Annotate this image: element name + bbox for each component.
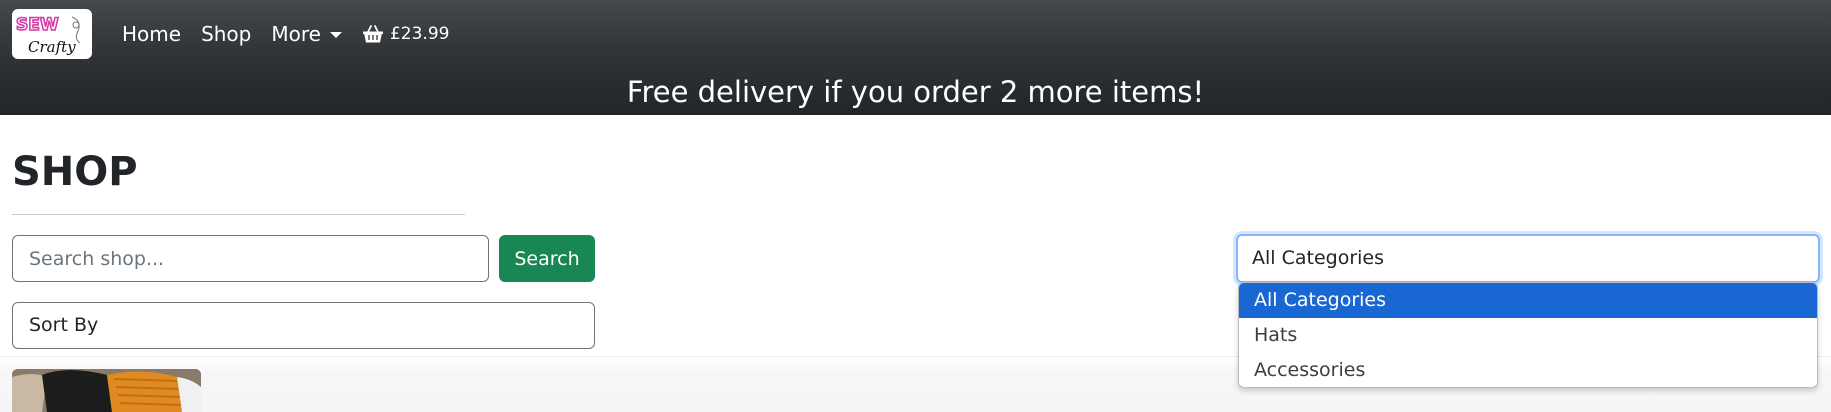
search-input[interactable] (12, 235, 489, 282)
logo-text-sew: SEW (16, 15, 59, 35)
basket-icon (362, 25, 383, 43)
nav-shop-link[interactable]: Shop (201, 22, 251, 46)
cart-total: £23.99 (389, 24, 450, 44)
nav-home-link[interactable]: Home (122, 22, 181, 46)
category-option-all[interactable]: All Categories (1239, 283, 1817, 318)
product-image[interactable] (12, 369, 201, 412)
sort-by-select[interactable]: Sort By (12, 302, 595, 349)
nav-more-label: More (271, 22, 321, 46)
delivery-banner: Free delivery if you order 2 more items! (626, 75, 1205, 109)
nav-more-dropdown[interactable]: More (271, 22, 342, 46)
cart-link[interactable]: £23.99 (362, 24, 449, 44)
category-select[interactable]: All Categories (1236, 234, 1820, 283)
title-divider (12, 214, 465, 215)
category-dropdown: All Categories Hats Accessories (1238, 282, 1818, 388)
main-nav: Home Shop More £23.99 (122, 20, 449, 48)
site-logo[interactable]: SEW Crafty (12, 9, 92, 59)
search-button[interactable]: Search (499, 235, 595, 282)
page-title: SHOP (12, 149, 138, 195)
category-option-hats[interactable]: Hats (1239, 318, 1817, 353)
logo-text-crafty: Crafty (28, 38, 76, 56)
category-option-accessories[interactable]: Accessories (1239, 353, 1817, 387)
top-navbar: SEW Crafty Home Shop More £23.99 Free de… (0, 0, 1831, 115)
chevron-down-icon (329, 32, 342, 38)
